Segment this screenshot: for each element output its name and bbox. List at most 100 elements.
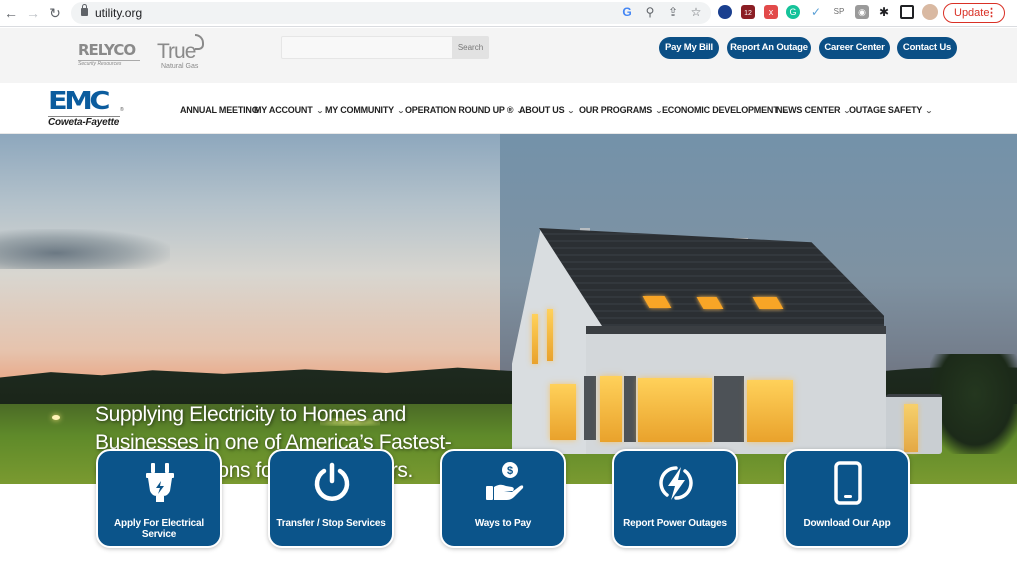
chevron-down-icon: ⌄ [567, 108, 576, 115]
nav-label: ABOUT US [519, 105, 565, 115]
url-text[interactable]: utility.org [95, 5, 142, 21]
google-icon[interactable]: G [619, 4, 635, 20]
reload-button[interactable]: ↻ [46, 4, 64, 22]
more-menu-icon[interactable]: ⋮ [986, 4, 997, 22]
chevron-down-icon: ⌄ [397, 108, 405, 115]
grammarly-icon[interactable]: G [786, 5, 800, 19]
extension-badge: 12 [744, 10, 752, 17]
extension-red-x-icon[interactable]: x [764, 5, 778, 19]
nav-label: OUTAGE SAFETY [849, 105, 923, 115]
plug-icon [146, 463, 174, 502]
hero-garden-lamp [52, 415, 60, 420]
nav-label: ECONOMIC DEVELOPMENT [662, 105, 779, 115]
download-our-app-card[interactable]: Download Our App [784, 449, 910, 548]
hero-house-image [512, 214, 942, 454]
nav-my-community[interactable]: MY COMMUNITY ⌄ [325, 103, 405, 117]
house-window [547, 309, 553, 361]
emc-logo[interactable]: EMC ® Coweta-Fayette [48, 87, 126, 131]
transfer-stop-services-card[interactable]: Transfer / Stop Services [268, 449, 394, 548]
card-label: Ways to Pay [474, 518, 532, 529]
nav-economic-development[interactable]: ECONOMIC DEVELOPMENT ⌄ [662, 103, 789, 117]
true-natural-gas-logo[interactable]: True Natural Gas [157, 34, 213, 74]
apply-for-electrical-service-card[interactable]: Apply For Electrical Service [96, 449, 222, 548]
house-window [550, 384, 576, 440]
bookmark-star-icon[interactable]: ☆ [688, 4, 704, 20]
utility-bar: RELYCO Security Resources True Natural G… [0, 28, 1017, 83]
card-label: Download Our App [803, 518, 891, 529]
forward-button[interactable]: → [24, 4, 42, 22]
house-window [747, 380, 793, 442]
house-window [904, 404, 918, 452]
pay-my-bill-button[interactable]: Pay My Bill [659, 37, 719, 59]
hero-cloud [0, 229, 170, 269]
chevron-down-icon: ⌄ [315, 108, 324, 115]
nav-label: OPERATION ROUND UP ® [405, 105, 514, 115]
nav-news-center[interactable]: NEWS CENTER ⌄ [776, 103, 851, 117]
house-window [532, 314, 538, 364]
update-label: Update [954, 7, 990, 19]
flame-icon [195, 34, 204, 50]
hero-banner: Supplying Electricity to Homes and Busin… [0, 134, 1017, 484]
card-label: Report Power Outages [623, 518, 727, 529]
nav-about-us[interactable]: ABOUT US ⌄ [519, 103, 576, 117]
career-center-button[interactable]: Career Center [819, 37, 890, 59]
search-button[interactable]: Search [452, 36, 489, 59]
extension-badge: x [768, 7, 774, 17]
nav-annual-meeting[interactable]: ANNUAL MEETING [180, 103, 259, 117]
true-wordmark: True [157, 40, 196, 63]
report-power-outages-card[interactable]: Report Power Outages [612, 449, 738, 548]
registered-mark: ® [120, 107, 124, 113]
share-icon[interactable]: ⇪ [665, 4, 681, 20]
profile-avatar[interactable] [922, 4, 938, 20]
extension-sp-icon[interactable]: SP [832, 5, 846, 19]
card-label: Transfer / Stop Services [276, 518, 386, 529]
nav-label: MY COMMUNITY [325, 105, 394, 115]
checkmark-extension-icon[interactable]: ✓ [809, 5, 823, 19]
house-window [600, 376, 622, 442]
extension-blue-circle-icon[interactable] [718, 5, 732, 19]
emc-logo-mark: EMC [48, 86, 110, 115]
hero-tree [930, 354, 1017, 454]
zoom-icon[interactable]: ⚲ [642, 4, 658, 20]
extension-badge: SP [833, 7, 845, 16]
house-pillar [714, 376, 744, 442]
nav-label: NEWS CENTER [776, 105, 841, 115]
relyco-tagline: Security Resources [78, 60, 140, 67]
address-bar[interactable]: utility.org [71, 2, 711, 24]
card-label: Apply For Electrical Service [114, 518, 204, 540]
nav-label: OUR PROGRAMS [579, 105, 653, 115]
report-an-outage-button[interactable]: Report An Outage [727, 37, 811, 59]
camera-icon[interactable]: ◉ [855, 5, 869, 19]
extension-badge: G [789, 7, 797, 17]
house-eave [586, 326, 886, 334]
nav-operation-round-up[interactable]: OPERATION ROUND UP ® ⌄ [405, 103, 524, 117]
hand-dollar-icon: $ [486, 462, 524, 500]
lock-icon [81, 4, 88, 16]
nav-label: ANNUAL MEETING [180, 105, 259, 115]
chevron-down-icon: ⌄ [925, 108, 933, 115]
back-button[interactable]: ← [2, 4, 20, 22]
emc-logo-name: Coweta-Fayette [48, 117, 120, 128]
lightning-icon [659, 466, 693, 500]
side-panel-icon[interactable] [900, 5, 914, 19]
contact-us-button[interactable]: Contact Us [897, 37, 957, 59]
nav-outage-safety[interactable]: OUTAGE SAFETY ⌄ [849, 103, 933, 117]
site-search-input[interactable] [281, 36, 453, 59]
extension-ublock-icon[interactable]: 12 [741, 5, 755, 19]
ways-to-pay-card[interactable]: $ Ways to Pay [440, 449, 566, 548]
power-icon [314, 462, 350, 501]
relyco-logo[interactable]: RELYCO Security Resources [78, 42, 146, 72]
update-button[interactable]: Update ⋮ [943, 3, 1005, 23]
nav-my-account[interactable]: MY ACCOUNT ⌄ [254, 103, 324, 117]
mobile-phone-icon [834, 461, 862, 505]
extensions-puzzle-icon[interactable]: ✱ [877, 5, 891, 19]
nav-our-programs[interactable]: OUR PROGRAMS ⌄ [579, 103, 663, 117]
nav-label: MY ACCOUNT [254, 105, 313, 115]
svg-text:$: $ [507, 465, 513, 477]
house-window [638, 378, 712, 442]
relyco-wordmark: RELYCO [78, 41, 136, 59]
true-tagline: Natural Gas [161, 63, 199, 70]
browser-toolbar: ← → ↻ utility.org G ⚲ ⇪ ☆ 12 x G ✓ SP ◉ … [0, 0, 1017, 27]
house-pillar [624, 376, 636, 442]
house-pillar [584, 376, 596, 440]
